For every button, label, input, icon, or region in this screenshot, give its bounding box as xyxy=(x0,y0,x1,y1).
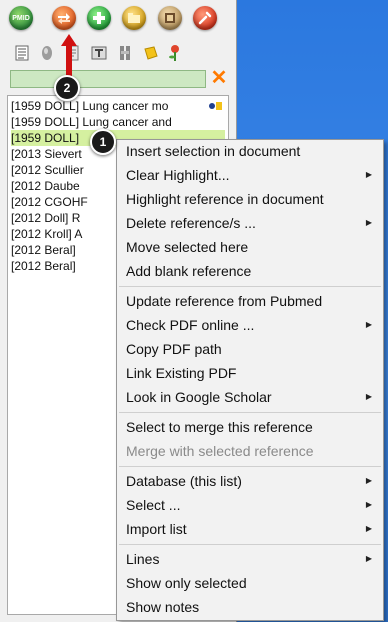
menu-separator xyxy=(119,286,381,287)
menu-item-google-scholar[interactable]: Look in Google Scholar ▶ xyxy=(126,386,376,408)
pmid-label: PMID xyxy=(12,14,30,22)
menu-item-import-list[interactable]: Import list ▶ xyxy=(126,518,376,540)
reference-row[interactable]: [1959 DOLL] Lung cancer and xyxy=(11,114,225,130)
reference-text: [2012 CGOHF xyxy=(11,195,88,209)
tools-icon[interactable] xyxy=(193,6,217,30)
submenu-arrow-icon: ▶ xyxy=(365,500,372,509)
search-input[interactable] xyxy=(10,70,206,88)
context-menu: Insert selection in document Clear Highl… xyxy=(116,139,384,621)
reference-text: [1959 DOLL] xyxy=(11,131,80,145)
menu-separator xyxy=(119,544,381,545)
pin-icon[interactable] xyxy=(90,44,108,62)
menu-item-move-selected[interactable]: Move selected here xyxy=(126,236,376,258)
reference-text: [1959 DOLL] Lung cancer and xyxy=(11,115,172,129)
menu-item-clear-highlight[interactable]: Clear Highlight... ▶ xyxy=(126,164,376,186)
reference-text: [2012 Daube xyxy=(11,179,80,193)
reference-text: [1959 DOLL] Lung cancer mo xyxy=(11,99,169,113)
menu-item-show-notes[interactable]: Show notes xyxy=(126,596,376,618)
folder-icon[interactable] xyxy=(122,6,146,30)
menu-separator xyxy=(119,412,381,413)
reference-text: [2012 Doll] R xyxy=(11,211,81,225)
submenu-arrow-icon: ▶ xyxy=(365,476,372,485)
flower-icon[interactable] xyxy=(166,44,184,62)
submenu-arrow-icon: ▶ xyxy=(365,524,372,533)
settings-icon[interactable] xyxy=(158,6,182,30)
menu-item-insert-selection[interactable]: Insert selection in document xyxy=(126,140,376,162)
menu-item-merge-selected: Merge with selected reference xyxy=(126,443,314,459)
reference-text: [2012 Beral] xyxy=(11,243,76,257)
callout-badge-2: 2 xyxy=(54,75,80,101)
menu-item-show-only-selected[interactable]: Show only selected xyxy=(126,572,376,594)
reference-row[interactable]: [1959 DOLL] Lung cancer mo xyxy=(11,98,225,114)
reorder-icon[interactable] xyxy=(52,6,76,30)
reference-text: [2012 Kroll] A xyxy=(11,227,83,241)
menu-item-lines[interactable]: Lines ▶ xyxy=(126,548,376,570)
tag-icon[interactable] xyxy=(38,44,56,62)
pmid-icon[interactable]: PMID xyxy=(9,6,33,30)
submenu-arrow-icon: ▶ xyxy=(365,554,372,563)
reference-text: [2012 Scullier xyxy=(11,163,84,177)
menu-item-link-pdf[interactable]: Link Existing PDF xyxy=(126,362,376,384)
menu-separator xyxy=(119,466,381,467)
list-icon[interactable] xyxy=(13,44,31,62)
menu-item-select[interactable]: Select ... ▶ xyxy=(126,494,376,516)
submenu-arrow-icon: ▶ xyxy=(365,392,372,401)
menu-item-add-blank[interactable]: Add blank reference xyxy=(126,260,376,282)
menu-item-highlight-reference[interactable]: Highlight reference in document xyxy=(126,188,376,210)
menu-item-delete-reference[interactable]: Delete reference/s ... ▶ xyxy=(126,212,376,234)
callout-badge-1: 1 xyxy=(90,129,116,155)
reference-text: [2012 Beral] xyxy=(11,259,76,273)
submenu-arrow-icon: ▶ xyxy=(365,320,372,329)
menu-item-database[interactable]: Database (this list) ▶ xyxy=(126,470,376,492)
submenu-arrow-icon: ▶ xyxy=(365,170,372,179)
status-dots-icon xyxy=(209,102,222,110)
submenu-arrow-icon: ▶ xyxy=(365,218,372,227)
menu-item-select-merge[interactable]: Select to merge this reference xyxy=(126,416,376,438)
callout-arrow xyxy=(61,34,77,80)
menu-item-update-pubmed[interactable]: Update reference from Pubmed xyxy=(126,290,376,312)
note-icon[interactable] xyxy=(142,44,160,62)
bookmark-icon[interactable] xyxy=(116,44,134,62)
reference-text: [2013 Sievert xyxy=(11,147,82,161)
clear-search-icon[interactable]: ✕ xyxy=(210,67,228,89)
menu-item-check-pdf[interactable]: Check PDF online ... ▶ xyxy=(126,314,376,336)
add-icon[interactable] xyxy=(87,6,111,30)
menu-item-copy-pdf-path[interactable]: Copy PDF path xyxy=(126,338,376,360)
